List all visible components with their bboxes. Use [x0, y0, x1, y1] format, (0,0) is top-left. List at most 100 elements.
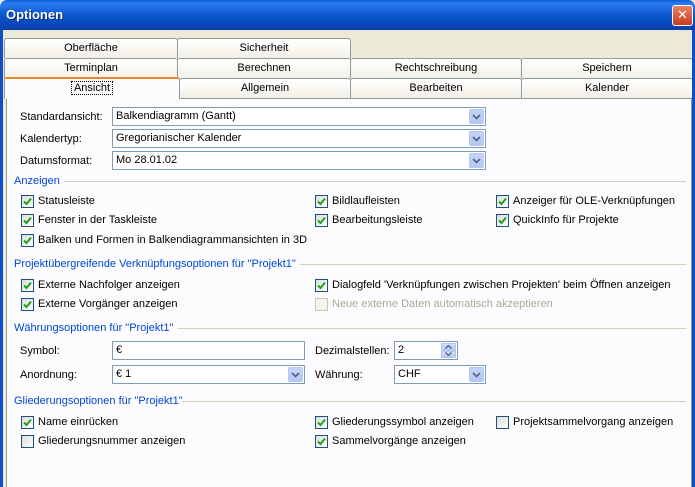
checkbox-externe-nachfolger[interactable]: Externe Nachfolger anzeigen — [21, 278, 180, 292]
checkbox-sammelvorgaenge[interactable]: Sammelvorgänge anzeigen — [315, 434, 466, 448]
datumsformat-label: Datumsformat: — [20, 155, 93, 167]
spin-up-icon[interactable] — [441, 343, 456, 351]
spin-down-icon[interactable] — [441, 350, 456, 358]
chevron-down-icon[interactable] — [469, 153, 484, 168]
tab-allgemein[interactable]: Allgemein — [179, 78, 351, 98]
tab-rechtschreibung[interactable]: Rechtschreibung — [350, 58, 522, 78]
checkbox-gliederungssymbol[interactable]: Gliederungssymbol anzeigen — [315, 415, 474, 429]
divider — [64, 181, 686, 182]
waehrung-label: Währung: — [315, 369, 363, 381]
checkbox-label: Dialogfeld 'Verknüpfungen zwischen Proje… — [332, 279, 671, 291]
checkbox-label: Anzeiger für OLE-Verknüpfungen — [513, 195, 676, 207]
standardansicht-value: Balkendiagramm (Gantt) — [116, 110, 236, 122]
checkbox-ole-anzeiger[interactable]: Anzeiger für OLE-Verknüpfungen — [496, 194, 675, 208]
checkbox-externe-vorgaenger[interactable]: Externe Vorgänger anzeigen — [21, 297, 177, 311]
checkbox-label: Statusleiste — [38, 195, 95, 207]
tab-bearbeiten[interactable]: Bearbeiten — [350, 78, 522, 98]
check-icon — [315, 434, 328, 448]
check-icon — [21, 213, 34, 227]
checkbox-label: Sammelvorgänge anzeigen — [332, 435, 466, 447]
check-icon — [315, 213, 328, 227]
divider — [300, 264, 686, 265]
checkbox-label: Balken und Formen in Balkendiagrammansic… — [38, 234, 308, 246]
check-icon — [21, 297, 34, 311]
symbol-value: € — [116, 344, 123, 356]
dezimalstellen-stepper[interactable]: 2 — [394, 341, 458, 360]
divider — [182, 401, 686, 402]
checkbox-label: Externe Vorgänger anzeigen — [38, 298, 178, 310]
checkbox-label: Bearbeitungsleiste — [332, 214, 423, 226]
checkbox-daten-akzeptieren[interactable]: Neue externe Daten automatisch akzeptier… — [315, 297, 553, 311]
checkbox-label: Neue externe Daten automatisch akzeptier… — [332, 298, 553, 310]
checkbox-box — [315, 297, 328, 311]
tab-sicherheit[interactable]: Sicherheit — [177, 38, 351, 58]
waehrung-select[interactable]: CHF — [394, 365, 486, 384]
checkbox-box — [21, 434, 34, 448]
checkbox-label: Gliederungsnummer anzeigen — [38, 435, 186, 447]
checkbox-label: QuickInfo für Projekte — [513, 214, 619, 226]
checkbox-label: Bildlaufleisten — [332, 195, 400, 207]
anordnung-value: € 1 — [116, 368, 132, 380]
checkbox-dialogfeld-verknuepfungen[interactable]: Dialogfeld 'Verknüpfungen zwischen Proje… — [315, 278, 671, 292]
checkbox-label: Externe Nachfolger anzeigen — [38, 279, 180, 291]
chevron-down-icon[interactable] — [469, 131, 484, 146]
chevron-down-icon[interactable] — [469, 367, 484, 382]
dezimalstellen-label: Dezimalstellen: — [315, 345, 390, 357]
tab-terminplan[interactable]: Terminplan — [4, 58, 178, 78]
chevron-down-icon[interactable] — [288, 367, 303, 382]
dezimalstellen-value: 2 — [398, 344, 405, 356]
checkbox-label: Fenster in der Taskleiste — [38, 214, 158, 226]
tab-kalender[interactable]: Kalender — [521, 78, 693, 98]
chevron-down-icon[interactable] — [469, 109, 484, 124]
kalendertyp-value: Gregorianischer Kalender — [116, 132, 242, 144]
checkbox-statusleiste[interactable]: Statusleiste — [21, 194, 95, 208]
checkbox-bearbeitungsleiste[interactable]: Bearbeitungsleiste — [315, 213, 423, 227]
check-icon — [496, 213, 509, 227]
checkbox-projektsammelvorgang[interactable]: Projektsammelvorgang anzeigen — [496, 415, 673, 429]
checkbox-3d-balken[interactable]: Balken und Formen in Balkendiagrammansic… — [21, 233, 307, 247]
anzeigen-section-title: Anzeigen — [14, 175, 60, 187]
tab-berechnen[interactable]: Berechnen — [177, 58, 351, 78]
datumsformat-select[interactable]: Mo 28.01.02 — [112, 151, 486, 170]
checkbox-name-einruecken[interactable]: Name einrücken — [21, 415, 118, 429]
title-bar: Optionen ✕ — [0, 0, 695, 30]
check-icon — [496, 194, 509, 208]
check-icon — [21, 233, 34, 247]
waehrung-value: CHF — [398, 368, 421, 380]
close-icon: ✕ — [677, 8, 688, 23]
checkbox-gliederungsnummer[interactable]: Gliederungsnummer anzeigen — [21, 434, 185, 448]
anordnung-label: Anordnung: — [20, 369, 77, 381]
datumsformat-value: Mo 28.01.02 — [116, 154, 178, 166]
anordnung-select[interactable]: € 1 — [112, 365, 305, 384]
kalendertyp-select[interactable]: Gregorianischer Kalender — [112, 129, 486, 148]
gliederung-section-title: Gliederungsoptionen für "Projekt1" — [14, 395, 183, 407]
checkbox-label: Projektsammelvorgang anzeigen — [513, 416, 674, 428]
check-icon — [315, 194, 328, 208]
check-icon — [21, 194, 34, 208]
check-icon — [315, 278, 328, 292]
standardansicht-select[interactable]: Balkendiagramm (Gantt) — [112, 107, 486, 126]
window-title: Optionen — [6, 7, 64, 22]
check-icon — [21, 415, 34, 429]
kalendertyp-label: Kalendertyp: — [20, 133, 82, 145]
waehrung-section-title: Währungsoptionen für "Projekt1" — [14, 322, 174, 334]
checkbox-bildlaufleisten[interactable]: Bildlaufleisten — [315, 194, 400, 208]
check-icon — [315, 415, 328, 429]
symbol-input[interactable]: € — [112, 341, 305, 360]
divider — [178, 328, 686, 329]
symbol-label: Symbol: — [20, 345, 60, 357]
tab-oberflaeche[interactable]: Oberfläche — [4, 38, 178, 58]
check-icon — [21, 278, 34, 292]
verknuepfung-section-title: Projektübergreifende Verknüpfungsoptione… — [14, 258, 296, 270]
tab-ansicht-label: Ansicht — [70, 81, 114, 95]
tab-ansicht[interactable]: Ansicht — [4, 77, 180, 99]
window-border-left — [0, 30, 3, 487]
checkbox-fenster-taskleiste[interactable]: Fenster in der Taskleiste — [21, 213, 157, 227]
checkbox-box — [496, 415, 509, 429]
tab-speichern[interactable]: Speichern — [521, 58, 693, 78]
close-button[interactable]: ✕ — [672, 5, 693, 26]
standardansicht-label: Standardansicht: — [20, 111, 103, 123]
checkbox-quickinfo[interactable]: QuickInfo für Projekte — [496, 213, 619, 227]
checkbox-label: Gliederungssymbol anzeigen — [332, 416, 474, 428]
checkbox-label: Name einrücken — [38, 416, 119, 428]
